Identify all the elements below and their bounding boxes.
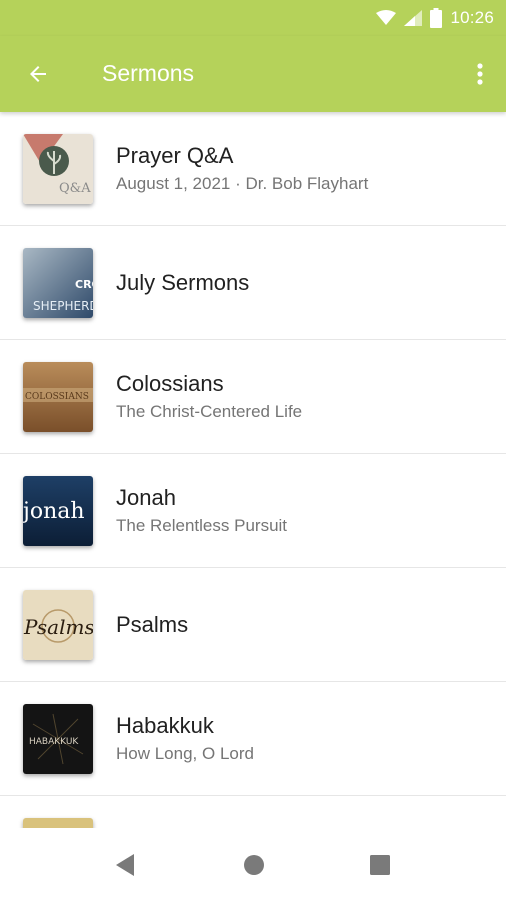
list-item[interactable]: Q&A Prayer Q&A August 1, 2021 · Dr. Bob …	[0, 112, 506, 226]
list-item[interactable]	[0, 796, 506, 828]
list-item[interactable]: jonah Jonah The Relentless Pursuit	[0, 454, 506, 568]
list-item-title: Colossians	[116, 370, 224, 396]
list-item-texts: Prayer Q&A August 1, 2021 · Dr. Bob Flay…	[116, 112, 486, 225]
thumbnail-colossians: COLOSSIANS	[23, 362, 93, 432]
home-circle-icon	[244, 855, 264, 875]
back-button[interactable]	[20, 56, 56, 92]
list-item-subtitle: The Christ-Centered Life	[116, 401, 303, 421]
list-item-title: Habakkuk	[116, 712, 214, 738]
thumb-text: jonah	[23, 499, 85, 524]
list-item-title: Jonah	[116, 484, 176, 510]
sermon-list: Q&A Prayer Q&A August 1, 2021 · Dr. Bob …	[0, 112, 506, 828]
more-vert-icon	[477, 63, 483, 85]
thumb-text: Psalms	[23, 615, 93, 639]
system-nav-bar	[0, 828, 506, 900]
status-time: 10:26	[450, 8, 494, 27]
list-item[interactable]: COLOSSIANS Colossians The Christ-Centere…	[0, 340, 506, 454]
status-icons: 10:26	[376, 6, 494, 30]
recents-square-icon	[370, 855, 390, 875]
nav-recents-button[interactable]	[365, 850, 395, 880]
thumbnail-july-sermons: CRO SHEPHERD	[23, 248, 93, 318]
thumbnail-partial	[23, 818, 93, 828]
list-item[interactable]: CRO SHEPHERD July Sermons	[0, 226, 506, 340]
thumb-text: COLOSSIANS	[25, 392, 89, 402]
list-item-texts: Psalms	[116, 568, 486, 681]
thumbnail-psalms: Psalms	[23, 590, 93, 660]
thumb-text: HABAKKUK	[29, 737, 79, 747]
list-item-texts: Jonah The Relentless Pursuit	[116, 454, 486, 567]
list-item[interactable]: HABAKKUK Habakkuk How Long, O Lord	[0, 682, 506, 796]
list-item-subtitle: August 1, 2021 · Dr. Bob Flayhart	[116, 173, 369, 193]
list-item-title: Psalms	[116, 611, 189, 637]
thumb-text: Q&A	[59, 181, 91, 196]
page-title: Sermons	[102, 60, 195, 86]
list-item-title: Prayer Q&A	[116, 142, 234, 168]
app-bar: Sermons	[0, 36, 506, 112]
thumb-text: SHEPHERD	[33, 299, 93, 313]
battery-icon	[430, 8, 443, 28]
wifi-icon	[376, 10, 397, 25]
list-item-title: July Sermons	[116, 269, 250, 295]
thumbnail-habakkuk: HABAKKUK	[23, 704, 93, 774]
status-bar: 10:26	[0, 0, 506, 36]
arrow-left-icon	[30, 66, 46, 82]
list-item-subtitle: The Relentless Pursuit	[116, 515, 288, 535]
list-item-texts: Habakkuk How Long, O Lord	[116, 682, 486, 795]
overflow-menu-button[interactable]	[468, 56, 492, 92]
list-item-texts: July Sermons	[116, 226, 486, 339]
back-triangle-icon	[116, 854, 134, 876]
nav-back-button[interactable]	[110, 850, 140, 880]
list-item[interactable]: Psalms Psalms	[0, 568, 506, 682]
nav-home-button[interactable]	[239, 850, 269, 880]
svg-text:CRO: CRO	[75, 278, 93, 291]
thumbnail-jonah: jonah	[23, 476, 93, 546]
signal-icon	[404, 10, 423, 26]
list-item-subtitle: How Long, O Lord	[116, 743, 254, 763]
list-item-texts: Colossians The Christ-Centered Life	[116, 340, 486, 453]
thumbnail-prayer-qa: Q&A	[23, 134, 93, 204]
